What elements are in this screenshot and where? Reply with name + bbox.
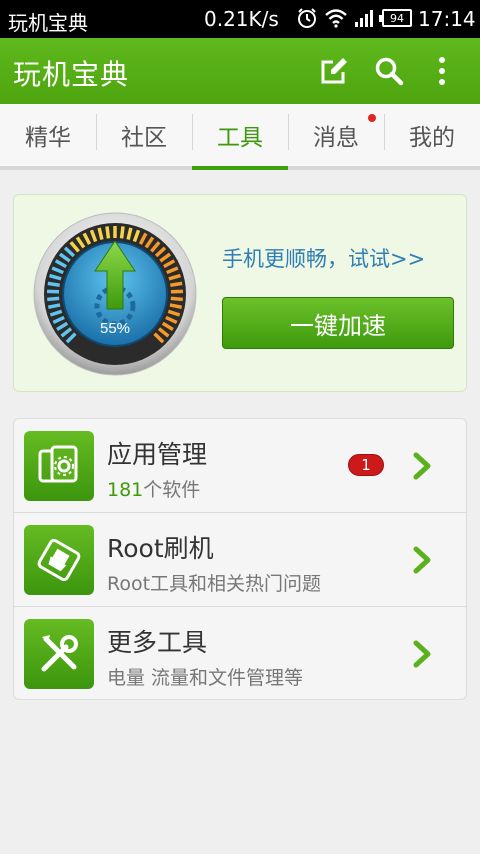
tab-bar: 精华 社区 工具 消息 我的 [0,104,480,170]
tab-label: 消息 [313,125,359,151]
app-bar: 玩机宝典 [0,38,480,104]
app-count: 181 [107,479,144,501]
tab-label: 社区 [121,125,167,151]
tools-list: 应用管理 181个软件 1 Root刷机 Root工具和相关热门问题 更多工具 … [13,418,467,700]
gauge-tick [119,226,125,239]
gauge-tick [105,226,111,239]
tool-subtitle-text: 个软件 [143,479,201,501]
chevron-right-icon [413,640,431,668]
chevron-right-icon [413,452,431,480]
chevron-right-icon [413,546,431,574]
gauge-tick [169,303,183,309]
status-bar: 玩机宝典 0.21K/s 94 17:14 [0,0,480,38]
speed-up-tip[interactable]: 手机更顺畅，试试>> [222,243,425,273]
tab-messages[interactable]: 消息 [288,104,384,166]
tool-title: Root刷机 [107,534,214,563]
gauge-tick [170,296,183,302]
status-time: 17:14 [418,7,476,31]
signal-icon [355,10,373,27]
gauge-tick [47,303,61,309]
tool-more-tools[interactable]: 更多工具 电量 流量和文件管理等 [14,606,466,699]
tool-subtitle: 181个软件 [107,475,200,502]
battery-icon: 94 [379,9,412,27]
search-icon [375,57,404,86]
root-flash-icon [24,525,94,595]
search-button[interactable] [371,53,407,89]
unread-dot [368,114,376,122]
tab-tools[interactable]: 工具 [192,104,288,170]
gauge-tick [47,281,60,287]
status-app-name: 玩机宝典 [8,11,88,35]
app-manage-icon [24,431,94,501]
speed-gauge[interactable]: 55% [32,211,198,377]
status-icons: 94 [296,7,412,29]
tab-community[interactable]: 社区 [96,104,192,166]
app-title: 玩机宝典 [13,58,130,91]
tool-subtitle: 电量 流量和文件管理等 [107,667,304,689]
update-badge: 1 [348,454,384,476]
tool-app-manage[interactable]: 应用管理 181个软件 1 [14,419,466,512]
tool-title: 应用管理 [107,440,208,469]
tab-label: 我的 [409,125,455,151]
gauge-tick [170,281,183,287]
one-key-boost-button[interactable]: 一键加速 [222,297,454,349]
tool-root-flash[interactable]: Root刷机 Root工具和相关热门问题 [14,512,466,605]
wifi-icon [325,9,347,28]
edit-icon [321,58,347,84]
tab-label: 工具 [217,125,263,151]
tool-subtitle: Root工具和相关热门问题 [107,573,322,595]
gauge-tick [47,296,60,302]
tool-title: 更多工具 [107,628,208,657]
tab-essence[interactable]: 精华 [0,104,96,166]
tab-mine[interactable]: 我的 [384,104,480,166]
more-vertical-icon [439,57,445,85]
tools-icon [24,619,94,689]
alarm-icon [298,8,316,28]
gauge-percent: 55% [100,320,130,337]
edit-button[interactable] [316,53,352,89]
network-speed: 0.21K/s [204,7,279,31]
tab-label: 精华 [25,125,71,151]
speed-up-card: 55% 手机更顺畅，试试>> 一键加速 [13,194,467,392]
more-menu-button[interactable] [424,53,460,89]
